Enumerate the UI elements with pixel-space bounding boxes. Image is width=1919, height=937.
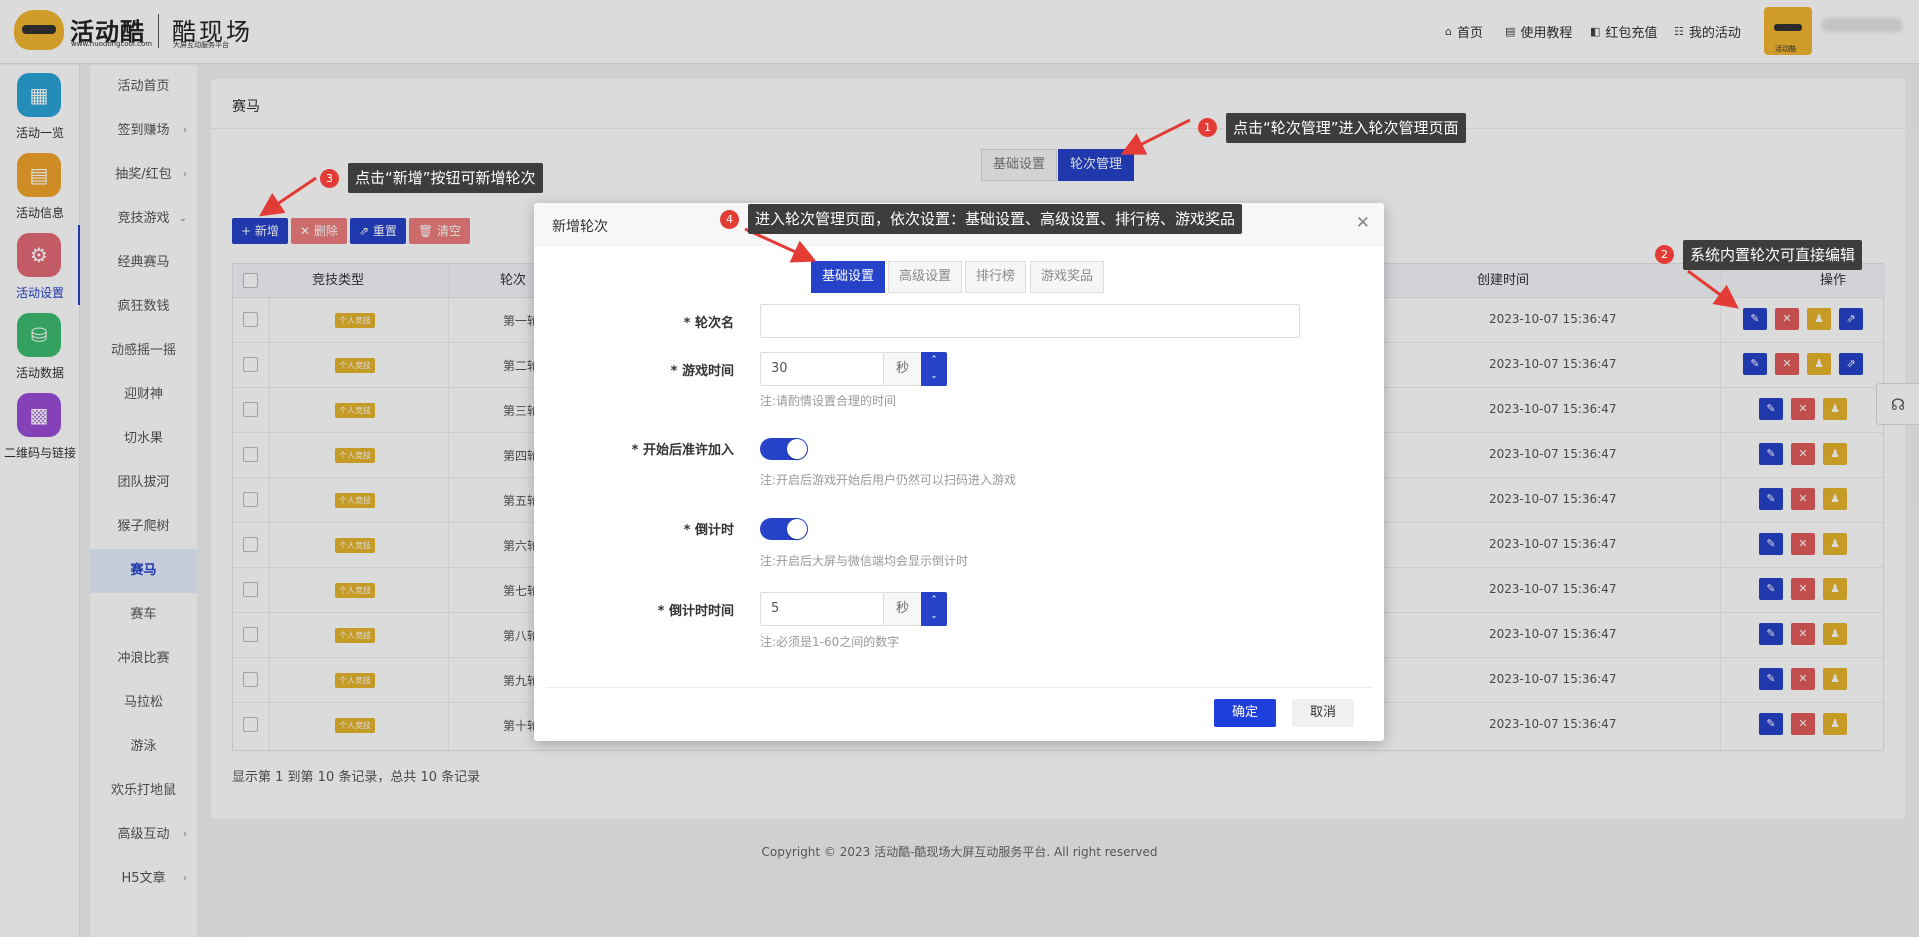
callout-text: 点击“新增”按钮可新增轮次: [348, 163, 543, 193]
annotation-arrows: [259, 118, 1739, 309]
arrow-2: [1687, 269, 1739, 309]
arrow-1: [1120, 118, 1191, 155]
callout-number: 3: [320, 169, 339, 188]
callout-number: 1: [1198, 118, 1217, 137]
callout-text: 系统内置轮次可直接编辑: [1683, 240, 1863, 270]
callout-number: 2: [1655, 245, 1674, 264]
callout-text: 进入轮次管理页面，依次设置：基础设置、高级设置、排行榜、游戏奖品: [748, 204, 1243, 234]
callout-number: 4: [720, 210, 739, 229]
arrow-3: [259, 176, 317, 217]
callout-text: 点击“轮次管理”进入轮次管理页面: [1226, 113, 1466, 143]
